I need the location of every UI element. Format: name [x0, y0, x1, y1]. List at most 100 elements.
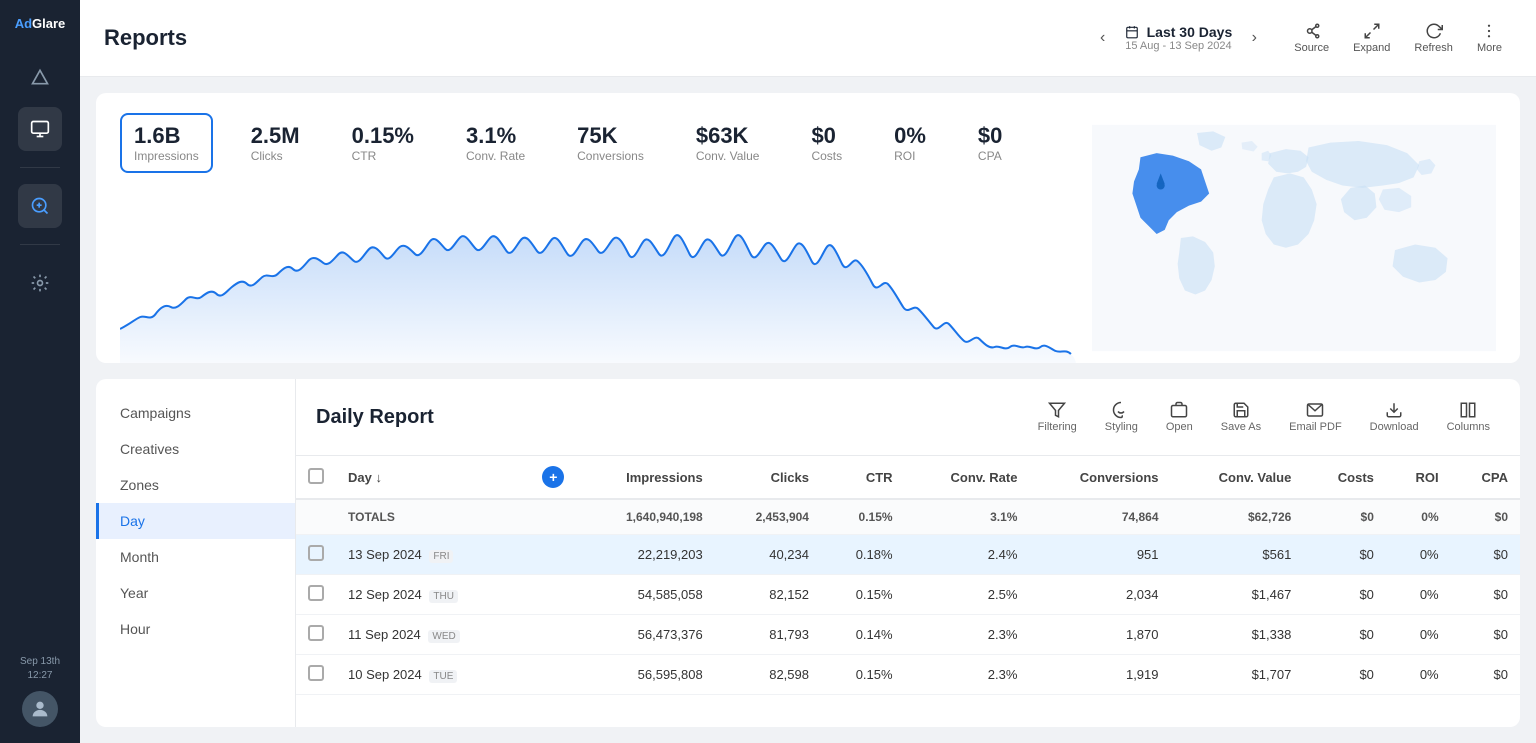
- filtering-label: Filtering: [1038, 421, 1077, 433]
- sidebar-bottom: Sep 13th 12:27: [20, 655, 60, 727]
- more-button[interactable]: More: [1467, 16, 1512, 60]
- metric-clicks[interactable]: 2.5M Clicks: [237, 113, 314, 173]
- row-date: 12 Sep 2024 THU: [336, 575, 522, 615]
- styling-button[interactable]: Styling: [1095, 395, 1148, 439]
- nav-item-month[interactable]: Month: [96, 539, 295, 575]
- row-checkbox[interactable]: [308, 665, 324, 681]
- row-ctr: 0.14%: [821, 615, 905, 655]
- metric-cpa[interactable]: $0 CPA: [964, 113, 1016, 173]
- totals-row: TOTALS 1,640,940,198 2,453,904 0.15% 3.1…: [296, 499, 1520, 535]
- row-conv-value: $1,467: [1171, 575, 1304, 615]
- row-conv-rate: 2.3%: [905, 615, 1030, 655]
- download-label: Download: [1370, 421, 1419, 433]
- email-pdf-button[interactable]: Email PDF: [1279, 395, 1352, 439]
- nav-item-day[interactable]: Day: [96, 503, 295, 539]
- world-map-container: [1076, 113, 1496, 363]
- save-as-button[interactable]: Save As: [1211, 395, 1271, 439]
- th-day[interactable]: Day ↓: [336, 456, 522, 499]
- th-conv-rate[interactable]: Conv. Rate: [905, 456, 1030, 499]
- bottom-section: Campaigns Creatives Zones Day Month Year…: [96, 379, 1520, 727]
- columns-button[interactable]: Columns: [1437, 395, 1500, 439]
- nav-item-zones[interactable]: Zones: [96, 467, 295, 503]
- row-conversions: 951: [1029, 535, 1170, 575]
- th-impressions[interactable]: Impressions: [576, 456, 714, 499]
- sidebar-icon-settings[interactable]: [18, 261, 62, 305]
- sidebar-icon-analytics[interactable]: [18, 184, 62, 228]
- email-pdf-label: Email PDF: [1289, 421, 1342, 433]
- toolbar-actions: Source Expand Refresh More: [1284, 16, 1512, 60]
- metric-impressions[interactable]: 1.6B Impressions: [120, 113, 213, 173]
- table-row: 10 Sep 2024 TUE 56,595,808 82,598 0.15% …: [296, 655, 1520, 695]
- th-clicks[interactable]: Clicks: [715, 456, 821, 499]
- metric-conversions[interactable]: 75K Conversions: [563, 113, 658, 173]
- th-roi[interactable]: ROI: [1386, 456, 1451, 499]
- prev-date-button[interactable]: ‹: [1089, 24, 1117, 52]
- open-button[interactable]: Open: [1156, 395, 1203, 439]
- row-conv-value: $561: [1171, 535, 1304, 575]
- world-map: [1092, 118, 1496, 358]
- date-range-sub: 15 Aug - 13 Sep 2024: [1125, 40, 1231, 52]
- expand-button[interactable]: Expand: [1343, 16, 1400, 60]
- download-button[interactable]: Download: [1360, 395, 1429, 439]
- row-date: 11 Sep 2024 WED: [336, 615, 522, 655]
- page-header: Reports ‹ Last 30 Days 15 Aug - 13 Sep 2…: [80, 0, 1536, 77]
- row-clicks: 82,598: [715, 655, 821, 695]
- nav-item-creatives[interactable]: Creatives: [96, 431, 295, 467]
- filtering-button[interactable]: Filtering: [1028, 395, 1087, 439]
- row-cpa: $0: [1451, 615, 1520, 655]
- sidebar-icon-monitor[interactable]: [18, 107, 62, 151]
- row-checkbox[interactable]: [308, 625, 324, 641]
- row-conv-rate: 2.4%: [905, 535, 1030, 575]
- totals-ctr: 0.15%: [821, 499, 905, 535]
- sidebar-nav: [18, 55, 62, 655]
- save-as-label: Save As: [1221, 421, 1261, 433]
- th-costs[interactable]: Costs: [1303, 456, 1386, 499]
- row-ctr: 0.15%: [821, 575, 905, 615]
- avatar[interactable]: [22, 691, 58, 727]
- metric-conv-value[interactable]: $63K Conv. Value: [682, 113, 774, 173]
- sidebar-icon-mountain[interactable]: [18, 55, 62, 99]
- row-ctr: 0.18%: [821, 535, 905, 575]
- totals-label: TOTALS: [336, 499, 576, 535]
- row-roi: 0%: [1386, 535, 1451, 575]
- metric-roi[interactable]: 0% ROI: [880, 113, 940, 173]
- th-cpa[interactable]: CPA: [1451, 456, 1520, 499]
- th-checkbox: [296, 456, 336, 499]
- row-costs: $0: [1303, 535, 1386, 575]
- refresh-button[interactable]: Refresh: [1404, 16, 1463, 60]
- metric-ctr[interactable]: 0.15% CTR: [338, 113, 428, 173]
- refresh-button-label: Refresh: [1414, 42, 1453, 54]
- next-date-button[interactable]: ›: [1240, 24, 1268, 52]
- row-conv-rate: 2.3%: [905, 655, 1030, 695]
- th-conv-value[interactable]: Conv. Value: [1171, 456, 1304, 499]
- date-navigation: ‹ Last 30 Days 15 Aug - 13 Sep 2024 ›: [1089, 24, 1269, 52]
- metric-costs[interactable]: $0 Costs: [797, 113, 856, 173]
- totals-costs: $0: [1303, 499, 1386, 535]
- th-conversions[interactable]: Conversions: [1029, 456, 1170, 499]
- add-column-button[interactable]: +: [542, 466, 564, 488]
- totals-roi: 0%: [1386, 499, 1451, 535]
- expand-button-label: Expand: [1353, 42, 1390, 54]
- th-ctr[interactable]: CTR: [821, 456, 905, 499]
- row-clicks: 40,234: [715, 535, 821, 575]
- source-button[interactable]: Source: [1284, 16, 1339, 60]
- sidebar-divider-2: [20, 244, 60, 245]
- row-impressions: 56,473,376: [576, 615, 714, 655]
- columns-label: Columns: [1447, 421, 1490, 433]
- row-checkbox[interactable]: [308, 545, 324, 561]
- nav-item-year[interactable]: Year: [96, 575, 295, 611]
- source-button-label: Source: [1294, 42, 1329, 54]
- table-row: 12 Sep 2024 THU 54,585,058 82,152 0.15% …: [296, 575, 1520, 615]
- row-checkbox[interactable]: [308, 585, 324, 601]
- row-impressions: 56,595,808: [576, 655, 714, 695]
- row-roi: 0%: [1386, 615, 1451, 655]
- nav-item-hour[interactable]: Hour: [96, 611, 295, 647]
- metric-conv-rate[interactable]: 3.1% Conv. Rate: [452, 113, 539, 173]
- row-date: 13 Sep 2024 FRI: [336, 535, 522, 575]
- stats-metrics: 1.6B Impressions 2.5M Clicks 0.15% CTR 3…: [120, 113, 1076, 173]
- select-all-checkbox[interactable]: [308, 468, 324, 484]
- report-actions: Filtering Styling Open Save As: [1028, 395, 1500, 439]
- row-ctr: 0.15%: [821, 655, 905, 695]
- nav-item-campaigns[interactable]: Campaigns: [96, 395, 295, 431]
- row-costs: $0: [1303, 655, 1386, 695]
